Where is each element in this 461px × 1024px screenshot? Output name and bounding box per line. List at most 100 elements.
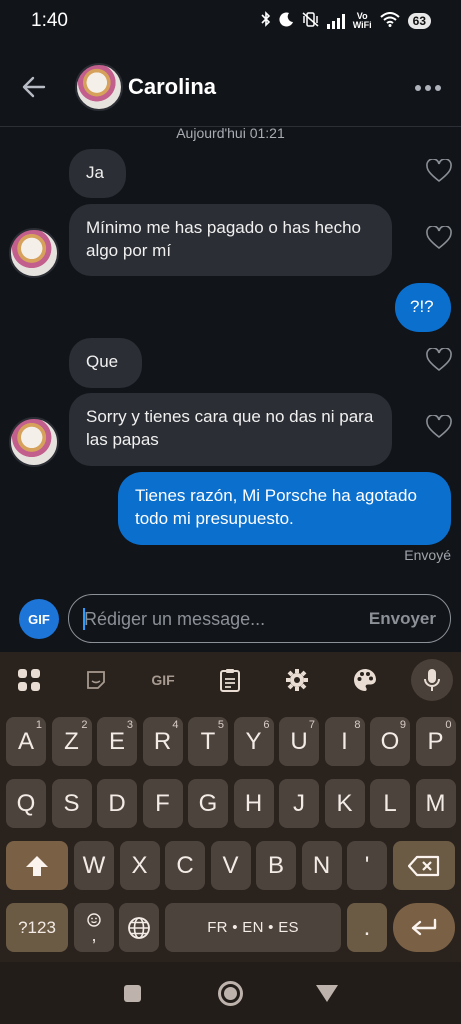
key-p[interactable]: P0: [415, 717, 456, 766]
sticker-icon[interactable]: [80, 664, 112, 696]
system-navigation-bar: [0, 962, 461, 1024]
key-q[interactable]: Q: [6, 779, 46, 828]
key-l[interactable]: L: [370, 779, 410, 828]
key-x[interactable]: X: [119, 841, 160, 890]
key-v[interactable]: V: [210, 841, 251, 890]
key-o[interactable]: O9: [370, 717, 410, 766]
key-d[interactable]: D: [97, 779, 137, 828]
key-hint-number: 0: [445, 719, 452, 731]
key-q-label: Q: [16, 789, 36, 817]
key-n[interactable]: N: [301, 841, 342, 890]
gif-button[interactable]: GIF: [19, 599, 59, 639]
incoming-message[interactable]: Que: [69, 338, 142, 388]
key-u[interactable]: U7: [279, 717, 319, 766]
vowifi-bottom-text: WiFi: [352, 19, 372, 30]
key-w[interactable]: W: [74, 841, 114, 890]
key-s[interactable]: S: [51, 779, 92, 828]
outgoing-message[interactable]: ?!?: [395, 283, 451, 332]
key-t[interactable]: T5: [188, 717, 228, 766]
key-f[interactable]: F: [142, 779, 183, 828]
apps-grid-icon[interactable]: [13, 664, 45, 696]
key-k[interactable]: K: [324, 779, 365, 828]
key-b[interactable]: B: [256, 841, 296, 890]
status-time: 1:40: [31, 10, 68, 31]
status-bar: 1:40 Vo WiFi 63: [0, 0, 461, 44]
contact-avatar[interactable]: [75, 63, 123, 111]
heart-icon[interactable]: [426, 225, 452, 250]
key-z[interactable]: Z2: [51, 717, 92, 766]
key-m[interactable]: M: [415, 779, 456, 828]
space-key[interactable]: FR • EN • ES: [165, 903, 341, 952]
key-c[interactable]: C: [165, 841, 205, 890]
key-m-label: M: [425, 789, 446, 817]
shift-key[interactable]: [6, 841, 68, 890]
key-g-label: G: [198, 789, 218, 817]
status-icons: Vo WiFi 63: [261, 11, 431, 30]
microphone-icon[interactable]: [411, 659, 453, 701]
period-key[interactable]: .: [347, 903, 387, 952]
vibrate-mute-icon: [302, 11, 319, 30]
theme-palette-icon[interactable]: [349, 664, 381, 696]
incoming-message[interactable]: Mínimo me has pagado o has hecho algo po…: [69, 204, 392, 276]
clipboard-icon[interactable]: [214, 664, 246, 696]
key-y-label: Y: [245, 727, 262, 755]
key-r-label: R: [153, 727, 172, 755]
period-key-label: .: [363, 913, 371, 941]
key-t-label: T: [200, 727, 216, 755]
backspace-key[interactable]: [393, 841, 455, 890]
key-r[interactable]: R4: [142, 717, 183, 766]
cell-signal-icon: [326, 13, 345, 29]
key-e[interactable]: E3: [97, 717, 137, 766]
key-g[interactable]: G: [188, 779, 228, 828]
back-button[interactable]: [316, 985, 338, 1002]
key-apostrophe[interactable]: ': [347, 841, 387, 890]
key-n-label: N: [312, 851, 331, 879]
sender-avatar[interactable]: [9, 228, 59, 278]
key-h[interactable]: H: [233, 779, 274, 828]
key-c-label: C: [176, 851, 194, 879]
emoji-comma-key[interactable]: ,: [74, 903, 114, 952]
keyboard-toolbar: GIF: [0, 652, 461, 708]
key-a-label: A: [17, 727, 34, 755]
key-y[interactable]: Y6: [233, 717, 274, 766]
key-hint-number: 6: [263, 719, 270, 731]
recents-button[interactable]: [124, 985, 141, 1002]
key-hint-number: 1: [35, 719, 42, 731]
key-h-label: H: [244, 789, 263, 817]
key-i-label: I: [341, 727, 348, 755]
message-input[interactable]: Rédiger un message... Envoyer: [68, 594, 451, 643]
keyboard-gif-button[interactable]: GIF: [146, 664, 180, 696]
key-o-label: O: [380, 727, 400, 755]
key-l-label: L: [383, 789, 397, 817]
contact-name[interactable]: Carolina: [128, 74, 216, 100]
heart-icon[interactable]: [426, 414, 452, 439]
vowifi-indicator: Vo WiFi: [352, 11, 372, 30]
incoming-message[interactable]: Ja: [69, 149, 126, 198]
sender-avatar[interactable]: [9, 417, 59, 467]
key-hint-number: 9: [399, 719, 406, 731]
key-i[interactable]: I8: [324, 717, 365, 766]
key-j[interactable]: J: [279, 779, 319, 828]
home-button[interactable]: [218, 981, 243, 1006]
key-b-label: B: [267, 851, 284, 879]
enter-key[interactable]: [393, 903, 455, 952]
key-hint-number: 3: [126, 719, 133, 731]
outgoing-message[interactable]: Tienes razón, Mi Porsche ha agotado todo…: [118, 472, 451, 545]
heart-icon[interactable]: [426, 158, 452, 183]
conversation-header: Carolina: [0, 50, 461, 127]
language-globe-key[interactable]: [119, 903, 159, 952]
send-button[interactable]: Envoyer: [369, 609, 436, 629]
symbols-key[interactable]: ?123: [6, 903, 68, 952]
back-arrow-icon[interactable]: [20, 73, 48, 101]
key-s-label: S: [63, 789, 80, 817]
do-not-disturb-moon-icon: [279, 12, 294, 30]
incoming-message[interactable]: Sorry y tienes cara que no das ni para l…: [69, 393, 392, 466]
more-options-icon[interactable]: [415, 85, 441, 91]
key-hint-number: 5: [217, 719, 224, 731]
key-hint-number: 8: [354, 719, 361, 731]
key-k-label: K: [336, 789, 353, 817]
key-p-label: P: [427, 727, 444, 755]
settings-gear-icon[interactable]: [281, 664, 313, 696]
key-a[interactable]: A1: [6, 717, 46, 766]
heart-icon[interactable]: [426, 347, 452, 372]
